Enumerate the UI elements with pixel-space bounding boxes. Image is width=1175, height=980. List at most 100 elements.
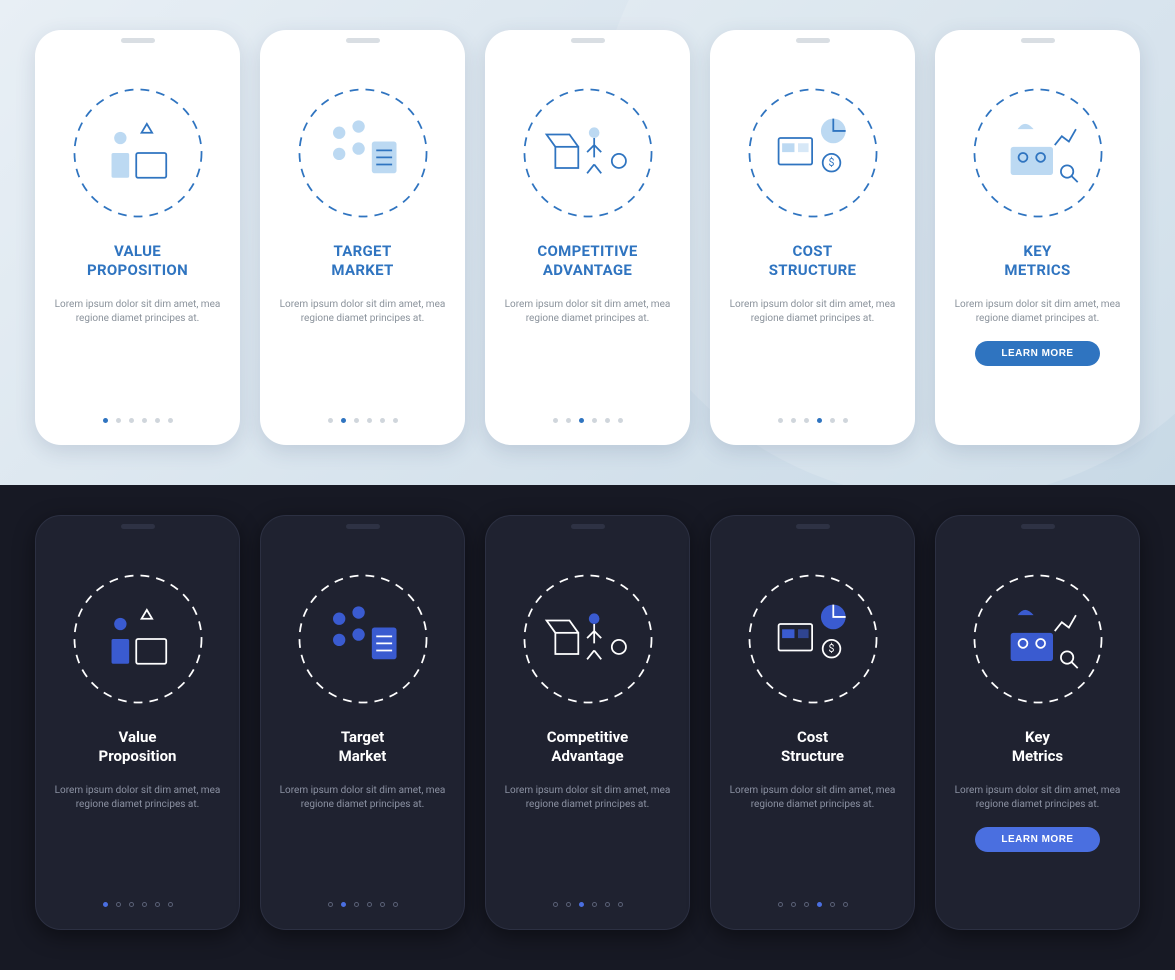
step-dot[interactable] — [142, 418, 147, 423]
card-description: Lorem ipsum dolor sit dim amet, mea regi… — [949, 298, 1126, 327]
card-description: Lorem ipsum dolor sit dim amet, mea regi… — [274, 298, 451, 327]
onboarding-card-competitive-advantage: Competitive AdvantageLorem ipsum dolor s… — [485, 515, 690, 930]
phone-notch — [796, 524, 830, 529]
step-dot[interactable] — [592, 418, 597, 423]
step-dot[interactable] — [843, 902, 848, 907]
target-market-icon — [288, 564, 438, 714]
step-dot[interactable] — [579, 902, 584, 907]
onboarding-card-key-metrics: KEY METRICS Lorem ipsum dolor sit dim ame… — [935, 30, 1140, 445]
phone-notch — [346, 524, 380, 529]
step-dot[interactable] — [566, 418, 571, 423]
key-metrics-icon — [963, 78, 1113, 228]
onboarding-card-target-market: TARGET MARKET Lorem ipsum dolor sit dim a… — [260, 30, 465, 445]
learn-more-button[interactable]: LEARN MORE — [975, 341, 1099, 366]
step-dot[interactable] — [380, 418, 385, 423]
step-indicator — [328, 418, 398, 423]
competitive-advantage-icon — [513, 564, 663, 714]
onboarding-row-light: VALUE PROPOSITION Lorem ipsum dolor sit d… — [0, 0, 1175, 485]
step-dot[interactable] — [817, 902, 822, 907]
step-indicator — [103, 902, 173, 907]
card-description: Lorem ipsum dolor sit dim amet, mea regi… — [950, 784, 1125, 813]
phone-notch — [1021, 38, 1055, 43]
step-dot[interactable] — [778, 902, 783, 907]
card-description: Lorem ipsum dolor sit dim amet, mea regi… — [724, 298, 901, 327]
phone-notch — [346, 38, 380, 43]
card-title: Competitive Advantage — [547, 728, 629, 766]
phone-notch — [121, 524, 155, 529]
step-dot[interactable] — [328, 418, 333, 423]
svg-text:$: $ — [828, 156, 834, 169]
step-dot[interactable] — [579, 418, 584, 423]
value-proposition-icon — [63, 564, 213, 714]
step-dot[interactable] — [380, 902, 385, 907]
step-dot[interactable] — [367, 418, 372, 423]
phone-notch — [571, 524, 605, 529]
step-indicator — [328, 902, 398, 907]
step-dot[interactable] — [129, 418, 134, 423]
card-title: Cost Structure — [781, 728, 844, 766]
learn-more-button[interactable]: LEARN MORE — [975, 827, 1099, 852]
step-dot[interactable] — [592, 902, 597, 907]
step-dot[interactable] — [142, 902, 147, 907]
phone-notch — [121, 38, 155, 43]
phone-notch — [571, 38, 605, 43]
card-title: COST STRUCTURE — [769, 242, 857, 280]
step-dot[interactable] — [341, 418, 346, 423]
step-dot[interactable] — [129, 902, 134, 907]
cost-structure-icon: $ — [738, 564, 888, 714]
step-dot[interactable] — [103, 418, 108, 423]
step-dot[interactable] — [341, 902, 346, 907]
step-indicator — [778, 902, 848, 907]
step-dot[interactable] — [553, 902, 558, 907]
step-dot[interactable] — [778, 418, 783, 423]
card-description: Lorem ipsum dolor sit dim amet, mea regi… — [49, 298, 226, 327]
card-description: Lorem ipsum dolor sit dim amet, mea regi… — [275, 784, 450, 813]
onboarding-row-dark: Value PropositionLorem ipsum dolor sit d… — [0, 485, 1175, 970]
step-dot[interactable] — [817, 418, 822, 423]
card-title: Key Metrics — [1012, 728, 1063, 766]
step-dot[interactable] — [367, 902, 372, 907]
step-dot[interactable] — [116, 418, 121, 423]
step-dot[interactable] — [566, 902, 571, 907]
step-dot[interactable] — [168, 418, 173, 423]
step-dot[interactable] — [791, 418, 796, 423]
step-dot[interactable] — [393, 902, 398, 907]
phone-notch — [1021, 524, 1055, 529]
step-dot[interactable] — [618, 418, 623, 423]
key-metrics-icon — [963, 564, 1113, 714]
card-title: Target Market — [339, 728, 387, 766]
step-dot[interactable] — [843, 418, 848, 423]
target-market-icon — [288, 78, 438, 228]
card-description: Lorem ipsum dolor sit dim amet, mea regi… — [50, 784, 225, 813]
step-dot[interactable] — [553, 418, 558, 423]
step-dot[interactable] — [103, 902, 108, 907]
card-title: VALUE PROPOSITION — [87, 242, 188, 280]
step-dot[interactable] — [605, 418, 610, 423]
cost-structure-icon: $ — [738, 78, 888, 228]
step-dot[interactable] — [830, 902, 835, 907]
step-dot[interactable] — [804, 418, 809, 423]
step-dot[interactable] — [155, 418, 160, 423]
step-indicator — [553, 902, 623, 907]
step-dot[interactable] — [354, 418, 359, 423]
onboarding-card-cost-structure: $ COST STRUCTURE Lorem ipsum dolor sit di… — [710, 30, 915, 445]
step-indicator — [103, 418, 173, 423]
svg-text:$: $ — [828, 642, 834, 655]
card-title: KEY METRICS — [1004, 242, 1070, 280]
step-dot[interactable] — [605, 902, 610, 907]
onboarding-card-cost-structure: $ Cost Structure Lorem ipsum dolor sit di… — [710, 515, 915, 930]
card-description: Lorem ipsum dolor sit dim amet, mea regi… — [725, 784, 900, 813]
step-dot[interactable] — [155, 902, 160, 907]
step-dot[interactable] — [116, 902, 121, 907]
step-dot[interactable] — [791, 902, 796, 907]
card-title: TARGET MARKET — [331, 242, 393, 280]
step-dot[interactable] — [618, 902, 623, 907]
step-dot[interactable] — [830, 418, 835, 423]
step-dot[interactable] — [804, 902, 809, 907]
step-dot[interactable] — [168, 902, 173, 907]
step-dot[interactable] — [328, 902, 333, 907]
step-dot[interactable] — [354, 902, 359, 907]
step-dot[interactable] — [393, 418, 398, 423]
card-description: Lorem ipsum dolor sit dim amet, mea regi… — [499, 298, 676, 327]
competitive-advantage-icon — [513, 78, 663, 228]
